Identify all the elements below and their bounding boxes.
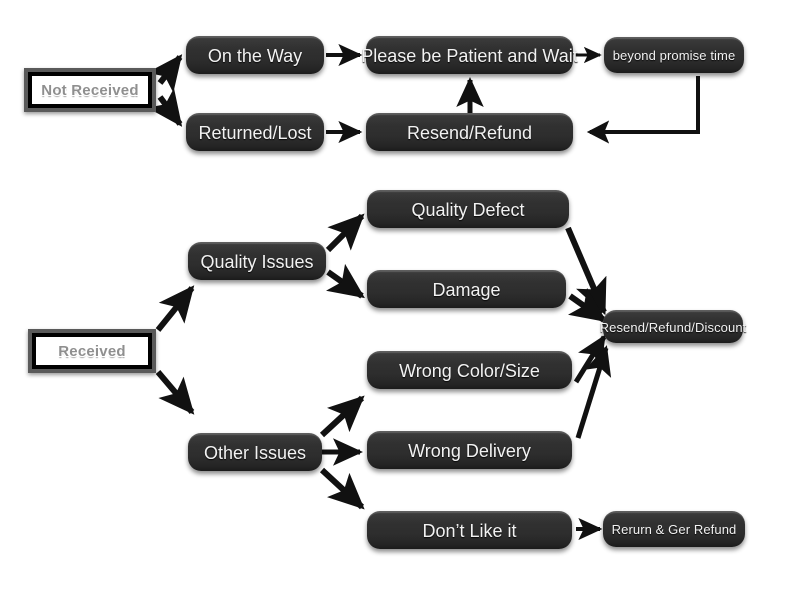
node-label: Damage bbox=[432, 279, 501, 300]
node-label: Resend/Refund bbox=[406, 122, 533, 143]
node-label: Rerurn & Ger Refund bbox=[611, 522, 737, 537]
node-beyond-promise-time[interactable]: beyond promise time bbox=[604, 37, 744, 73]
node-label: Wrong Color/Size bbox=[399, 360, 540, 381]
edge-qualitydefect-resendrefunddiscount bbox=[565, 226, 607, 316]
node-label: Received bbox=[58, 342, 126, 360]
node-wrong-color-size[interactable]: Wrong Color/Size bbox=[367, 351, 572, 389]
node-not-received[interactable]: Not Received bbox=[24, 68, 156, 112]
edge-otherissues-dontlikeit bbox=[319, 467, 365, 510]
node-return-get-refund[interactable]: Rerurn & Ger Refund bbox=[603, 511, 745, 547]
edge-beyondpromise-resendrefund bbox=[586, 76, 700, 144]
edge-received-otherissues bbox=[155, 370, 195, 415]
node-label: Not Received bbox=[41, 81, 139, 99]
node-label: Please be Patient and Wait bbox=[361, 45, 578, 66]
edge-received-qualityissues bbox=[155, 285, 195, 332]
node-label: On the Way bbox=[207, 45, 303, 66]
edge-otherissues-wrongcolorsize bbox=[319, 395, 365, 438]
received-frame: Received bbox=[32, 333, 152, 369]
node-resend-refund-discount[interactable]: Resend/Refund/Discount bbox=[600, 310, 746, 343]
node-label: beyond promise time bbox=[612, 48, 736, 63]
node-label: Wrong Delivery bbox=[408, 440, 531, 461]
edge-qualityissues-qualitydefect bbox=[325, 213, 365, 253]
edge-wrongdelivery-resendrefunddiscount bbox=[575, 345, 612, 439]
node-label: Other Issues bbox=[203, 442, 307, 463]
node-quality-defect[interactable]: Quality Defect bbox=[367, 190, 569, 228]
node-damage[interactable]: Damage bbox=[367, 270, 566, 308]
node-please-be-patient-and-wait[interactable]: Please be Patient and Wait bbox=[361, 36, 578, 74]
edge-damage-resendrefunddiscount bbox=[568, 287, 607, 323]
flowchart-canvas: Not Received On the Way Please be Patien… bbox=[0, 0, 800, 600]
edge-notreceived-returnedlost bbox=[147, 88, 183, 127]
node-resend-refund[interactable]: Resend/Refund bbox=[366, 113, 573, 151]
node-quality-issues[interactable]: Quality Issues bbox=[188, 242, 326, 280]
node-label: Don’t Like it bbox=[422, 520, 517, 541]
node-dont-like-it[interactable]: Don’t Like it bbox=[367, 511, 572, 549]
edge-notreceived-ontheway bbox=[147, 54, 183, 93]
edge-qualityissues-damage bbox=[326, 263, 365, 299]
node-wrong-delivery[interactable]: Wrong Delivery bbox=[367, 431, 572, 469]
node-other-issues[interactable]: Other Issues bbox=[188, 433, 322, 471]
node-received[interactable]: Received bbox=[28, 329, 156, 373]
node-returned-lost[interactable]: Returned/Lost bbox=[186, 113, 324, 151]
edge-wrongcolorsize-resendrefunddiscount bbox=[573, 334, 607, 384]
node-on-the-way[interactable]: On the Way bbox=[186, 36, 324, 74]
node-label: Returned/Lost bbox=[198, 122, 312, 143]
node-label: Resend/Refund/Discount bbox=[599, 319, 747, 335]
node-label: Quality Defect bbox=[411, 199, 525, 220]
not-received-frame: Not Received bbox=[28, 72, 152, 108]
node-label: Quality Issues bbox=[200, 251, 314, 272]
